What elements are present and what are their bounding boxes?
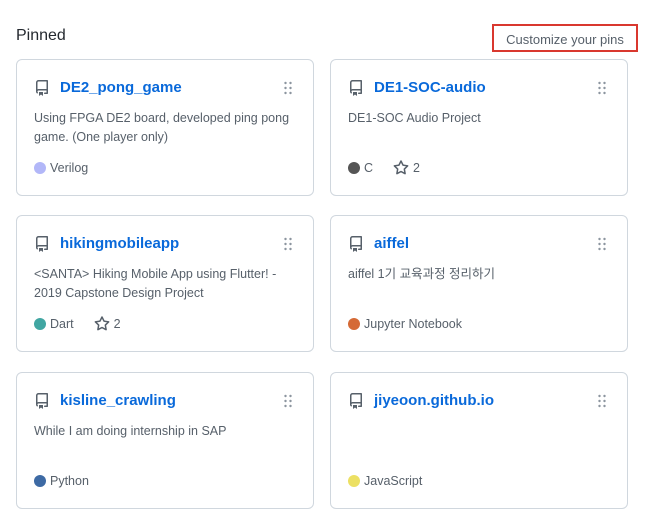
repo-language: Dart	[50, 317, 74, 331]
grabber-icon[interactable]	[283, 81, 293, 95]
repo-name-link[interactable]: DE2_pong_game	[60, 79, 182, 96]
repo-description: While I am doing internship in SAP	[34, 424, 227, 438]
repo-icon	[34, 236, 50, 252]
repo-meta: Jupyter Notebook	[348, 315, 462, 333]
repo-language: Verilog	[50, 161, 89, 175]
grabber-icon[interactable]	[283, 237, 293, 251]
language-color-dot	[348, 318, 360, 330]
grabber-icon[interactable]	[597, 237, 607, 251]
repo-name-link[interactable]: hikingmobileapp	[60, 235, 179, 252]
repo-name-link[interactable]: aiffel	[374, 235, 409, 252]
grabber-icon[interactable]	[597, 81, 607, 95]
repo-meta: C2	[348, 159, 420, 177]
stargazers-link[interactable]: 2	[94, 316, 121, 332]
star-count: 2	[113, 317, 121, 331]
grabber-icon[interactable]	[283, 394, 293, 408]
repo-icon	[348, 236, 364, 252]
language-color-dot	[34, 475, 46, 487]
star-icon	[393, 160, 409, 176]
pinned-repo-card: hikingmobileapp <SANTA> Hiking Mobile App…	[16, 215, 314, 352]
star-count: 2	[413, 161, 420, 175]
repo-icon	[348, 80, 364, 96]
repo-language: C	[364, 161, 374, 175]
pinned-repo-card: DE2_pong_game Using FPGA DE2 board, devel…	[16, 59, 314, 196]
repo-icon	[348, 393, 364, 409]
repo-meta: Verilog	[34, 159, 88, 177]
repo-meta: Dart 2	[34, 315, 121, 333]
repo-description: DE1-SOC Audio Project	[348, 111, 481, 125]
repo-language: JavaScript	[364, 474, 423, 488]
repo-language: Python	[50, 474, 89, 488]
repo-meta: JavaScript	[348, 472, 422, 490]
language-color-dot	[34, 318, 46, 330]
pinned-repo-card: kisline_crawling While I am doing interns…	[16, 372, 314, 509]
repo-icon	[34, 80, 50, 96]
pinned-title: Pinned	[16, 27, 66, 44]
pinned-repo-card: jiyeoon.github.io JavaScript	[330, 372, 628, 509]
pinned-header: Pinned Customize your pins	[16, 24, 638, 56]
language-color-dot	[34, 162, 46, 174]
repo-description: aiffel 1기 교육과정 정리하기	[348, 267, 496, 281]
repo-description: <SANTA> Hiking Mobile App using Flutter!…	[34, 267, 277, 300]
pinned-repo-card: aiffel aiffel 1기 교육과정 정리하기 Jupyter Noteboo…	[330, 215, 628, 352]
repo-icon	[34, 393, 50, 409]
repo-name-link[interactable]: kisline_crawling	[60, 392, 176, 409]
repo-language: Jupyter Notebook	[364, 317, 462, 331]
repo-meta: Python	[34, 472, 89, 490]
stargazers-link[interactable]: 2	[393, 160, 420, 176]
grabber-icon[interactable]	[597, 394, 607, 408]
repo-name-link[interactable]: jiyeoon.github.io	[374, 392, 494, 409]
star-icon	[94, 316, 110, 332]
customize-pins-button[interactable]: Customize your pins	[492, 24, 638, 52]
repo-name-link[interactable]: DE1-SOC-audio	[374, 79, 486, 96]
language-color-dot	[348, 162, 360, 174]
repo-description: Using FPGA DE2 board, developed ping pon…	[34, 111, 290, 144]
pinned-repo-card: DE1-SOC-audio DE1-SOC Audio Project C 2	[330, 59, 628, 196]
language-color-dot	[348, 475, 360, 487]
